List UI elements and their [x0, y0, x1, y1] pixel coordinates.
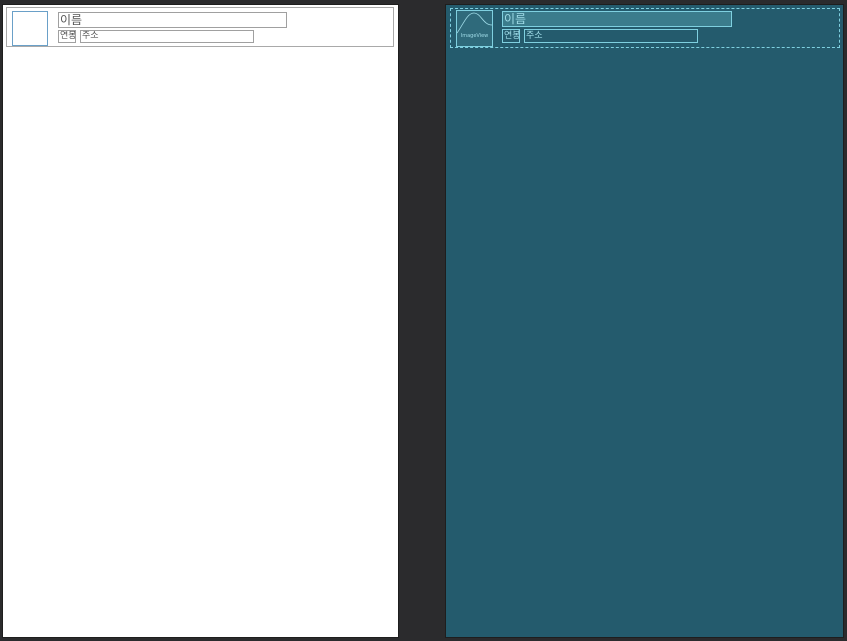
age-text-view-outline[interactable]: 연봉: [502, 29, 520, 43]
layout-editor-canvas: 이름 연봉 주소 ImageView 이름 연봉 주소: [0, 0, 847, 641]
list-item-layout[interactable]: 이름 연봉 주소: [6, 7, 394, 47]
image-placeholder-icon: [457, 12, 492, 34]
list-item-layout-outline[interactable]: ImageView 이름 연봉 주소: [450, 8, 840, 48]
image-view[interactable]: [12, 11, 48, 46]
name-text-view-outline[interactable]: 이름: [502, 11, 732, 27]
name-text-view[interactable]: 이름: [58, 12, 287, 28]
address-text-view-outline[interactable]: 주소: [524, 29, 698, 43]
design-preview[interactable]: 이름 연봉 주소: [3, 5, 398, 637]
address-text-view[interactable]: 주소: [80, 30, 254, 43]
image-view-label: ImageView: [460, 33, 489, 39]
blueprint-preview[interactable]: ImageView 이름 연봉 주소: [446, 5, 843, 637]
age-text-view[interactable]: 연봉: [58, 30, 76, 43]
image-view-outline[interactable]: ImageView: [456, 10, 493, 47]
